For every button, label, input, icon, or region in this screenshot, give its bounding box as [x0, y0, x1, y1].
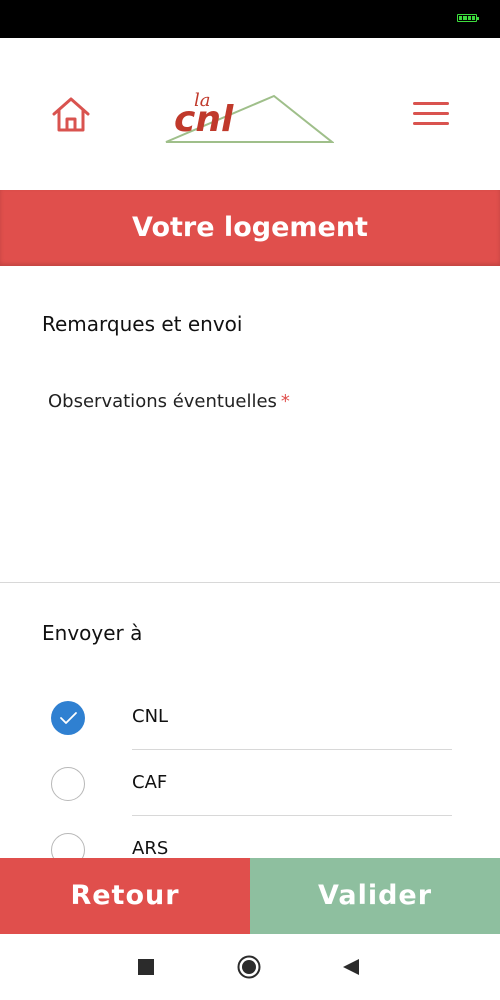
- logo-text: cnl: [174, 99, 234, 140]
- square-icon[interactable]: [138, 959, 154, 975]
- option-cnl[interactable]: CNL: [0, 685, 500, 751]
- checkbox-unchecked-icon[interactable]: [51, 767, 85, 801]
- menu-button[interactable]: [413, 102, 449, 128]
- back-button[interactable]: Retour: [0, 858, 250, 934]
- submit-button-label: Valider: [317, 880, 433, 911]
- back-button-label: Retour: [70, 880, 180, 911]
- send-to-section-title: Envoyer à: [42, 621, 143, 645]
- remarks-section-title: Remarques et envoi: [42, 312, 243, 336]
- option-label: CAF: [132, 772, 168, 793]
- option-separator: [132, 815, 452, 816]
- submit-button[interactable]: Valider: [250, 858, 500, 934]
- circle-home-icon[interactable]: [237, 955, 261, 979]
- observations-input[interactable]: [48, 425, 458, 565]
- option-separator: [132, 749, 452, 750]
- triangle-back-icon[interactable]: [342, 958, 360, 976]
- battery-icon: [457, 14, 479, 22]
- hamburger-menu-icon: [413, 102, 449, 105]
- page-banner: Votre logement: [0, 190, 500, 266]
- home-button[interactable]: [50, 94, 92, 136]
- option-label: ARS: [132, 838, 169, 859]
- app-header: la cnl: [0, 38, 500, 190]
- checkbox-checked-icon[interactable]: [51, 701, 85, 735]
- option-label: CNL: [132, 706, 169, 727]
- required-mark: *: [280, 391, 290, 412]
- home-icon: [52, 97, 90, 132]
- option-caf[interactable]: CAF: [0, 751, 500, 817]
- status-bar: [0, 0, 500, 38]
- section-divider: [0, 582, 500, 583]
- page-title: Votre logement: [132, 212, 368, 243]
- observations-label: Observations éventuelles *: [48, 391, 290, 412]
- cnl-logo: la cnl: [162, 86, 335, 148]
- system-nav-bar: [0, 934, 500, 1000]
